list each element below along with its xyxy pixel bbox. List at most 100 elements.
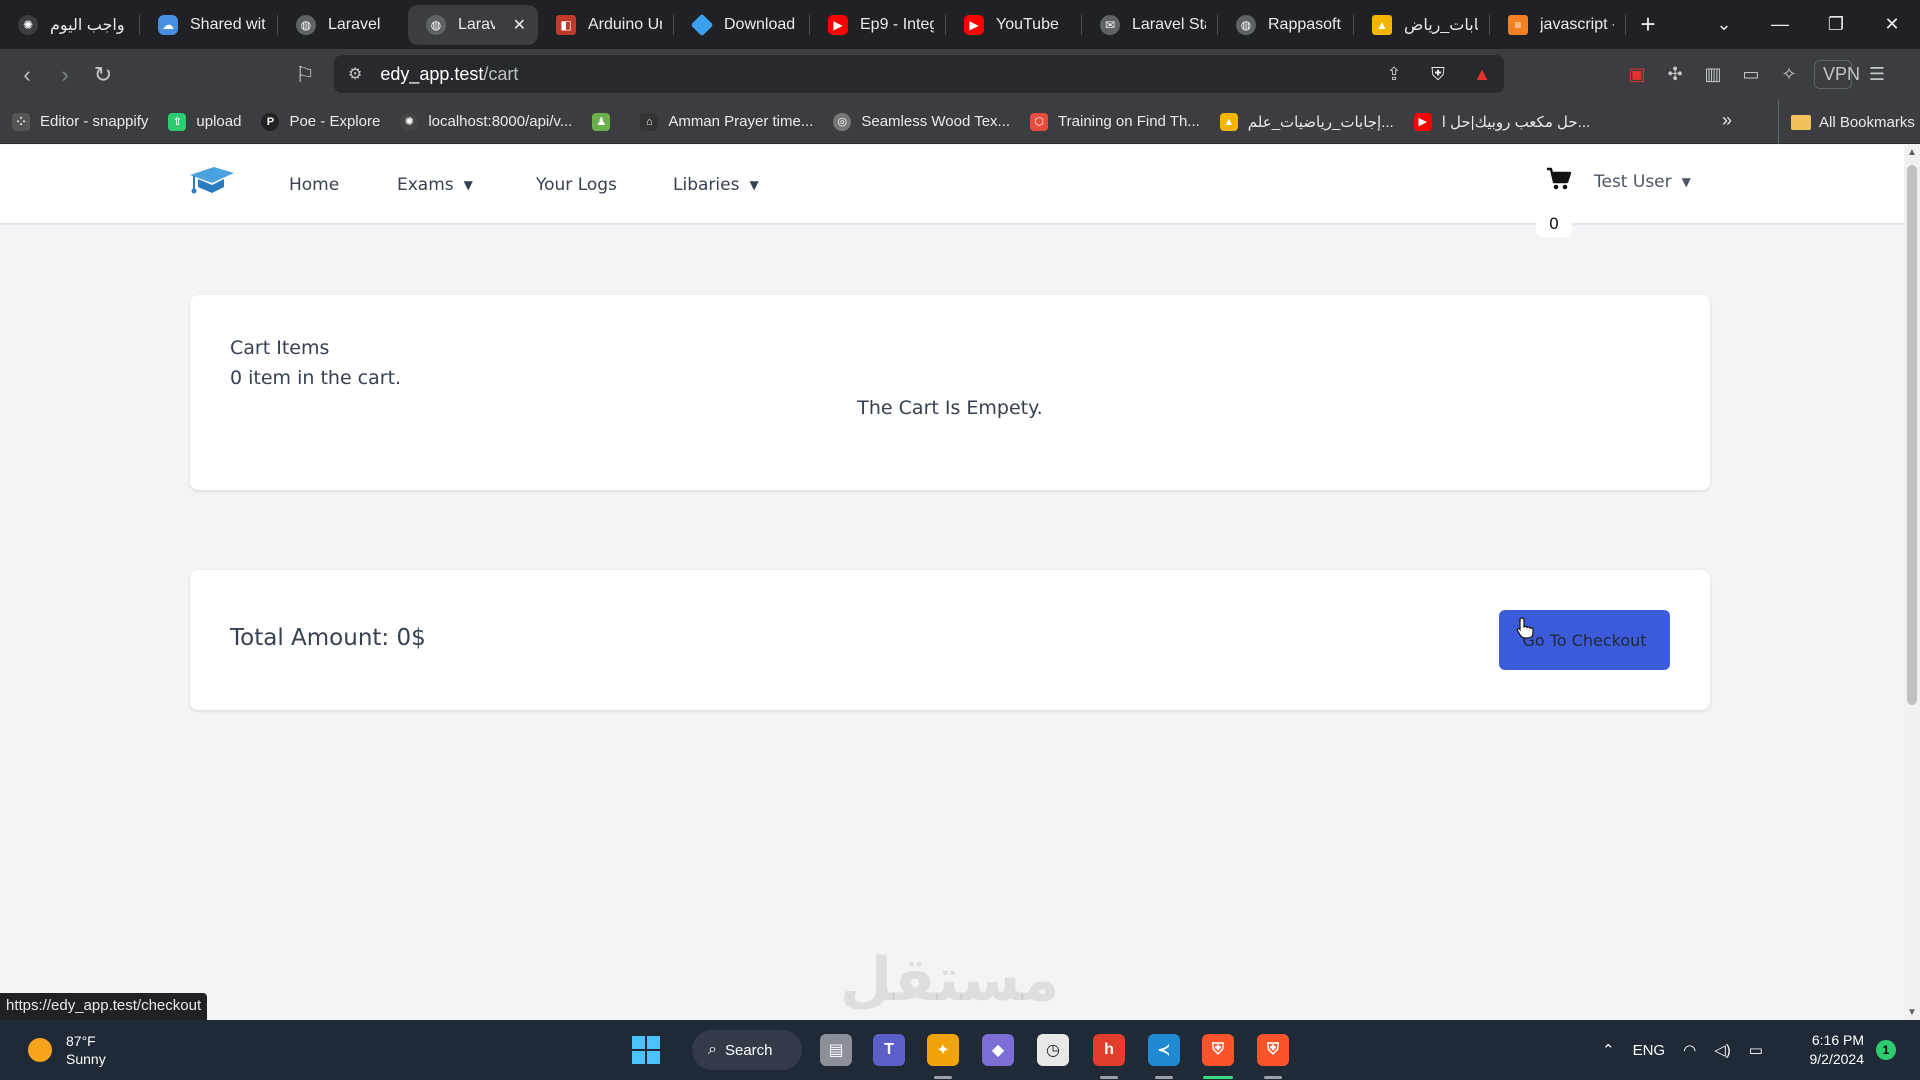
page-viewport: Home Exams ▼ Your Logs Libaries ▼ 0 Test U… — [0, 145, 1904, 1020]
brave-shields-icon[interactable]: ⛨ — [1416, 64, 1460, 85]
tab-7[interactable]: ▶ YouTube — [946, 0, 1082, 49]
cart-icon[interactable] — [1546, 167, 1572, 196]
scroll-up-icon[interactable]: ▲ — [1904, 147, 1920, 158]
reload-icon[interactable]: ↻ — [84, 62, 122, 88]
wallet-icon[interactable]: ▭ — [1732, 64, 1770, 85]
pdf-extension-icon[interactable]: ▣ — [1618, 64, 1656, 85]
notification-badge[interactable]: 1 — [1876, 1040, 1896, 1060]
weather-widget[interactable]: 87°F Sunny — [28, 1032, 106, 1068]
chevron-down-icon: ▼ — [463, 178, 473, 192]
all-bookmarks-button[interactable]: All Bookmarks — [1778, 100, 1915, 144]
brave-rewards-icon[interactable]: ▲ — [1460, 64, 1504, 85]
more-bookmarks-icon[interactable]: » — [1722, 110, 1732, 131]
cart-count-badge: 0 — [1536, 211, 1572, 237]
site-settings-icon[interactable]: ⚙ — [348, 64, 362, 84]
bookmark-item[interactable]: ▲ إجابات_رياضيات_علم... — [1219, 112, 1394, 131]
forward-icon[interactable]: › — [46, 62, 84, 88]
close-icon[interactable]: ✕ — [513, 15, 526, 35]
site-navbar: Home Exams ▼ Your Logs Libaries ▼ 0 Test U… — [0, 145, 1904, 237]
obsidian-icon[interactable]: ◆ — [982, 1034, 1014, 1066]
logo-icon[interactable] — [190, 167, 234, 204]
tab-10[interactable]: ▲ إجابات_رياض — [1354, 0, 1490, 49]
chevron-up-icon[interactable]: ⌃ — [1602, 1041, 1615, 1059]
bookmark-item[interactable]: ◎ Seamless Wood Tex... — [833, 112, 1010, 131]
url-path: /cart — [483, 63, 519, 84]
drive-icon: ▲ — [1219, 112, 1238, 131]
tab-5[interactable]: Download — [674, 0, 810, 49]
tab-6[interactable]: ▶ Ep9 - Integ — [810, 0, 946, 49]
wifi-icon[interactable]: ◠ — [1683, 1041, 1696, 1059]
bookmark-label: localhost:8000/api/v... — [428, 113, 573, 130]
cart-items-card: Cart Items 0 item in the cart. The Cart … — [190, 295, 1710, 490]
nav-libaries[interactable]: Libaries ▼ — [673, 175, 759, 195]
menu-icon[interactable]: ☰ — [1858, 64, 1896, 85]
close-window-icon[interactable]: ✕ — [1864, 14, 1920, 35]
brave-beta-icon[interactable]: ⛨ — [1257, 1034, 1289, 1066]
vscode-icon[interactable]: ≺ — [1148, 1034, 1180, 1066]
tab-8[interactable]: ✉ Laravel Sta — [1082, 0, 1218, 49]
texture-icon: ◎ — [833, 112, 852, 131]
bookmark-item[interactable]: ♟ — [592, 112, 620, 131]
nav-home-label: Home — [289, 175, 340, 195]
bookmark-item[interactable]: ⇧ upload — [168, 112, 241, 131]
bookmark-icon[interactable]: ⚐ — [286, 62, 324, 88]
windows-start-icon[interactable] — [632, 1036, 660, 1064]
running-indicator — [1155, 1076, 1173, 1079]
tab-title: Arduino Ur — [588, 15, 662, 33]
taskbar-search[interactable]: ⌕ Search — [692, 1030, 802, 1070]
teams-icon[interactable]: T — [873, 1034, 905, 1066]
minimize-icon[interactable]: — — [1752, 14, 1808, 35]
url-host: edy_app.test — [380, 63, 484, 84]
bookmark-item[interactable]: ⌂ Amman Prayer time... — [640, 112, 813, 131]
tab-title: Rappasoft — [1268, 15, 1341, 33]
bookmark-item[interactable]: ▶ حل مكعب روبيك|حل ا... — [1413, 112, 1590, 131]
volume-icon[interactable]: ◁) — [1714, 1041, 1731, 1059]
restore-icon[interactable]: ❐ — [1808, 14, 1864, 35]
tab-search-icon[interactable]: ⌄ — [1696, 14, 1752, 35]
tab-9[interactable]: ◍ Rappasoft — [1218, 0, 1354, 49]
app-icon[interactable]: ✦ — [927, 1034, 959, 1066]
nav-home[interactable]: Home — [289, 175, 339, 195]
user-menu[interactable]: Test User ▼ — [1594, 172, 1691, 192]
heidisql-icon[interactable]: h — [1093, 1034, 1125, 1066]
cart-item-count: 0 item in the cart. — [230, 367, 402, 389]
tab-1[interactable]: ☁ Shared wit — [140, 0, 278, 49]
scroll-thumb[interactable] — [1907, 165, 1917, 705]
weather-condition: Sunny — [66, 1051, 106, 1067]
address-input[interactable]: ⚙ edy_app.test/cart ⇪ ⛨ ▲ — [334, 55, 1504, 93]
vpn-button[interactable]: VPN — [1814, 60, 1860, 89]
windows-taskbar: 87°F Sunny ⌕ Search ▤ T ✦ ◆ ◷ h ≺ ⛨ ⛨ ⌃ … — [0, 1020, 1920, 1080]
language-indicator[interactable]: ENG — [1633, 1042, 1666, 1059]
globe-icon: ◍ — [426, 14, 446, 35]
nav-your-logs[interactable]: Your Logs — [536, 175, 617, 195]
tab-11[interactable]: ≡ javascript - — [1490, 0, 1626, 49]
new-tab-button[interactable]: + — [1626, 9, 1670, 40]
nav-exams[interactable]: Exams ▼ — [397, 175, 473, 195]
page-scrollbar[interactable]: ▲ ▼ — [1904, 145, 1920, 1020]
tab-active-cart[interactable]: ◍ Larave ✕ — [408, 4, 538, 45]
tab-4[interactable]: ◧ Arduino Ur — [538, 0, 674, 49]
folder-icon — [1791, 114, 1811, 130]
battery-icon[interactable]: ▭ — [1749, 1041, 1763, 1059]
clock-app-icon[interactable]: ◷ — [1037, 1034, 1069, 1066]
brave-icon[interactable]: ⛨ — [1202, 1034, 1234, 1066]
address-toolbar: ‹ › ↻ ⚐ ⚙ edy_app.test/cart ⇪ ⛨ ▲ ▣ ✣ ▥ … — [0, 49, 1920, 100]
clock[interactable]: 6:16 PM 9/2/2024 — [1792, 1031, 1865, 1069]
bookmark-item[interactable]: ⁘ Editor - snappify — [12, 112, 148, 131]
tab-0[interactable]: ✺ واجب اليوم — [0, 0, 140, 49]
share-icon[interactable]: ⇪ — [1372, 64, 1416, 85]
tab-2[interactable]: ◍ Laravel — [278, 0, 408, 49]
sun-icon — [28, 1038, 52, 1062]
extensions-icon[interactable]: ✣ — [1656, 64, 1694, 85]
bookmark-item[interactable]: P Poe - Explore — [261, 112, 381, 131]
bookmark-item[interactable]: ✺ localhost:8000/api/v... — [400, 112, 573, 131]
leo-ai-icon[interactable]: ✧ — [1770, 64, 1808, 85]
bookmark-label: Poe - Explore — [289, 113, 381, 130]
scroll-down-icon[interactable]: ▼ — [1904, 1007, 1920, 1018]
system-tray: ⌃ ENG ◠ ◁) ▭ — [1602, 1020, 1781, 1080]
date: 9/2/2024 — [1809, 1051, 1865, 1067]
bookmark-item[interactable]: ⬡ Training on Find Th... — [1030, 112, 1200, 131]
sidebar-icon[interactable]: ▥ — [1694, 64, 1732, 85]
back-icon[interactable]: ‹ — [8, 62, 46, 88]
file-explorer-icon[interactable]: ▤ — [820, 1034, 852, 1066]
